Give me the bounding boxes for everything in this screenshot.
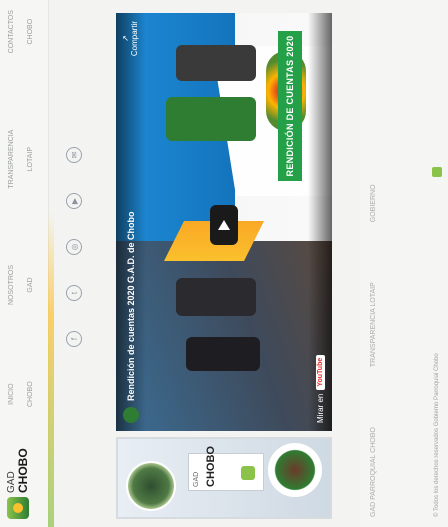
footer-link[interactable]: GOBIERNO: [370, 184, 377, 222]
site-header: GAD CHOBO INICIO CHOBO NOSOTROS GAD TRAN…: [0, 0, 54, 527]
site-logo[interactable]: GAD CHOBO: [6, 448, 30, 519]
video-title-bar: Rendición de cuentas 2020 G.A.D. de Chob…: [116, 13, 146, 431]
share-icon: ↗: [121, 35, 130, 42]
nav-item-inicio[interactable]: INICIO CHOBO: [8, 381, 34, 407]
play-icon: [218, 220, 230, 230]
channel-avatar[interactable]: [123, 407, 139, 423]
nav-item-contactos[interactable]: CONTACTOS CHOBO: [8, 10, 34, 53]
footer-logo-icon: [432, 167, 442, 177]
gad-sign: GAD CHOBO: [188, 446, 264, 491]
main-nav: INICIO CHOBO NOSOTROS GAD TRANSPARENCIA …: [8, 10, 34, 407]
video-title[interactable]: Rendición de cuentas 2020 G.A.D. de Chob…: [126, 211, 136, 401]
share-button[interactable]: ↗ Compartir: [121, 21, 139, 56]
nav-item-nosotros[interactable]: NOSOTROS GAD: [8, 265, 34, 305]
social-links: f t ◎ ▶ ✉: [66, 147, 82, 347]
site-footer: GAD PARROQUIAL CHOBO TRANSPARENCIA LOTAI…: [360, 0, 448, 527]
footer-links: GAD PARROQUIAL CHOBO TRANSPARENCIA LOTAI…: [370, 184, 377, 517]
shield-logo-icon: [7, 497, 29, 519]
facebook-icon[interactable]: f: [66, 331, 82, 347]
nav-item-transparencia[interactable]: TRANSPARENCIA LOTAIP: [8, 130, 34, 189]
brand-name: CHOBO: [16, 448, 30, 493]
youtube-icon[interactable]: ▶: [66, 193, 82, 209]
twitter-icon[interactable]: t: [66, 285, 82, 301]
play-button[interactable]: [210, 205, 238, 245]
footer-link[interactable]: TRANSPARENCIA LOTAIP: [370, 282, 377, 367]
footer-link[interactable]: GAD PARROQUIAL CHOBO: [370, 427, 377, 517]
video-banner: RENDICIÓN DE CUENTAS 2020: [278, 31, 302, 181]
bird-photo: [268, 443, 322, 497]
watch-on-bar[interactable]: Mirar en YouTube: [308, 13, 332, 431]
mail-icon[interactable]: ✉: [66, 147, 82, 163]
sign-logo-icon: [241, 466, 255, 480]
tree-photo: [126, 461, 176, 511]
rotated-page: GAD CHOBO INICIO CHOBO NOSOTROS GAD TRAN…: [0, 0, 448, 527]
video-embed[interactable]: Rendición de cuentas 2020 G.A.D. de Chob…: [116, 13, 332, 431]
chobo-image-card: GAD CHOBO: [116, 437, 332, 519]
copyright-text: © Todos los derechos reservados Gobierno…: [434, 353, 440, 517]
instagram-icon[interactable]: ◎: [66, 239, 82, 255]
accent-strip: [48, 0, 54, 527]
youtube-logo: YouTube: [315, 354, 325, 390]
